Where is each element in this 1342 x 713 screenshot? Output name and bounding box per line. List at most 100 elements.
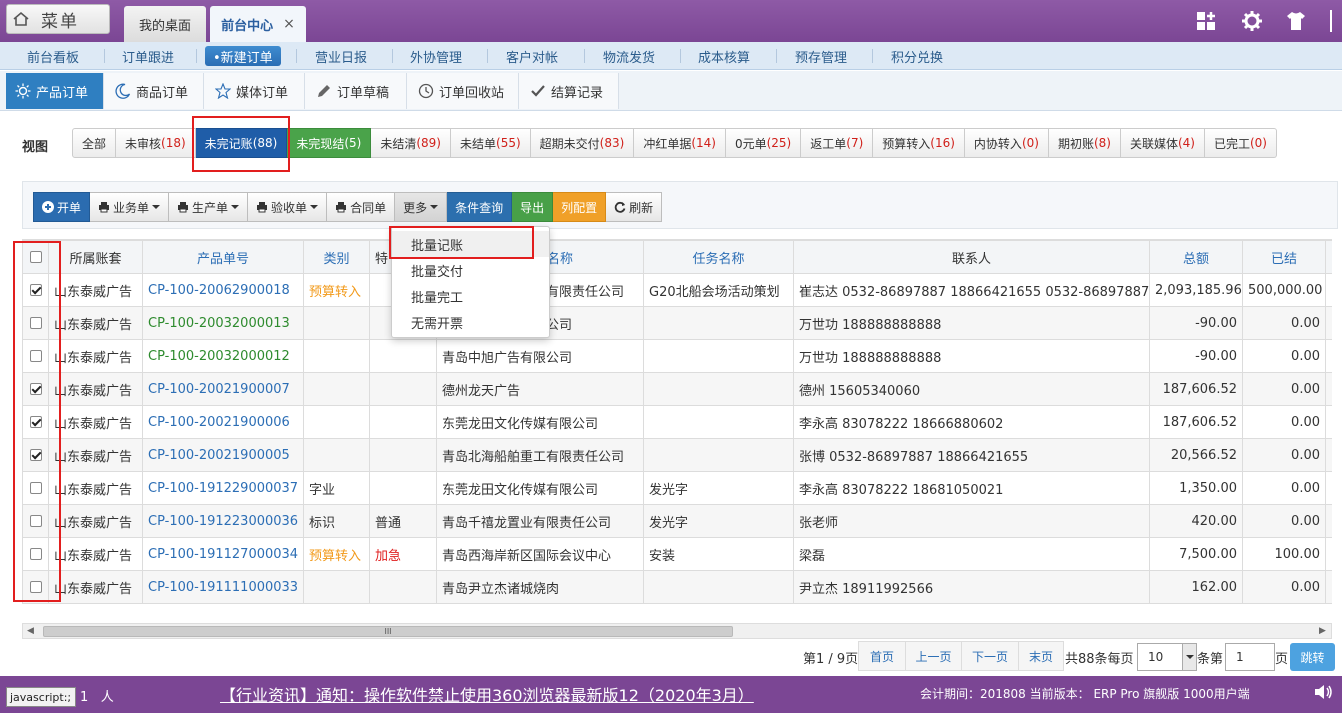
col-contact[interactable]: 联系人	[793, 240, 1150, 274]
table-row[interactable]: 山东泰威广告 CP-100-20021900007 德州龙天广告 德州 1560534…	[22, 372, 1332, 406]
table-row[interactable]: 山东泰威广告 CP-100-20021900005 青岛北海船舶重工有限责任公司 张博…	[22, 438, 1332, 472]
scroll-thumb[interactable]: III	[43, 626, 733, 637]
inspection-order-button[interactable]: 验收单	[248, 192, 328, 222]
business-order-button[interactable]: 业务单	[90, 192, 170, 222]
nav-points[interactable]: 积分兑换	[891, 46, 943, 66]
prev-page-button[interactable]: 上一页	[905, 641, 962, 671]
page-size-select[interactable]: 10	[1137, 643, 1197, 671]
menu-item-batch-deliver[interactable]: 批量交付	[392, 257, 549, 283]
tab-goods-order[interactable]: 商品订单	[104, 73, 204, 109]
filter-zero[interactable]: 0元单 (25)	[725, 128, 802, 158]
filter-all[interactable]: 全部	[72, 128, 117, 158]
col-product-no[interactable]: 产品单号	[142, 240, 304, 274]
production-order-button[interactable]: 生产单	[169, 192, 249, 222]
nav-customer-statement[interactable]: 客户对帐	[506, 46, 558, 66]
tab-front-center[interactable]: 前台中心 ×	[210, 6, 306, 42]
table-row[interactable]: 山东泰威广告CP-100-20062900018预算转入青岛北海船舶重工有限责任…	[22, 273, 1332, 307]
table-row[interactable]: 山东泰威广告 CP-100-191127000034 预算转入 加急 青岛西海岸新区国际…	[22, 537, 1332, 571]
open-order-button[interactable]: 开单	[33, 192, 91, 222]
tab-product-order[interactable]: 产品订单	[6, 73, 104, 109]
gear-icon[interactable]	[1240, 9, 1264, 33]
filter-rework[interactable]: 返工单 (7)	[801, 128, 874, 158]
nav-deposit[interactable]: 预存管理	[795, 46, 847, 66]
filter-opening[interactable]: 期初账 (8)	[1048, 128, 1121, 158]
column-config-button[interactable]: 列配置	[553, 192, 607, 222]
cell-name: 青岛尹立杰诸城烧肉	[436, 570, 644, 604]
col-paid[interactable]: 已结	[1242, 240, 1326, 274]
col-task-name[interactable]: 任务名称	[643, 240, 794, 274]
export-button[interactable]: 导出	[512, 192, 554, 222]
nav-cost-accounting[interactable]: 成本核算	[698, 46, 750, 66]
filter-linked-media[interactable]: 关联媒体 (4)	[1120, 128, 1205, 158]
col-account[interactable]: 所属账套	[48, 240, 143, 274]
filter-unclosed[interactable]: 未结单 (55)	[451, 128, 531, 158]
tab-order-draft[interactable]: 订单草稿	[305, 73, 407, 109]
filter-completed[interactable]: 已完工 (0)	[1204, 128, 1277, 158]
nav-daily-report[interactable]: 营业日报	[315, 46, 367, 66]
cell-total: 187,606.52	[1149, 372, 1243, 406]
cell-paid: 0.00	[1242, 570, 1326, 604]
shirt-icon[interactable]	[1284, 9, 1308, 33]
cell-total: 162.00	[1149, 570, 1243, 604]
filter-unsettled[interactable]: 未结清 (89)	[371, 128, 451, 158]
filter-internal-in[interactable]: 内协转入 (0)	[964, 128, 1049, 158]
scroll-right-icon[interactable]: ▶	[1319, 626, 1326, 636]
menu-item-no-invoice[interactable]: 无需开票	[392, 309, 549, 335]
nav-logistics[interactable]: 物流发货	[603, 46, 655, 66]
filter-unreviewed[interactable]: 未审核 (18)	[116, 128, 196, 158]
first-page-button[interactable]: 首页	[858, 641, 906, 671]
col-total[interactable]: 总额	[1149, 240, 1243, 274]
more-button[interactable]: 更多	[395, 192, 448, 222]
nav-outsource[interactable]: 外协管理	[410, 46, 462, 66]
cell-product-no[interactable]: CP-100-20062900018	[142, 273, 304, 307]
go-button[interactable]: 跳转	[1290, 643, 1335, 671]
cell-product-no[interactable]: CP-100-191111000033	[142, 570, 304, 604]
table-row[interactable]: 山东泰威广告 CP-100-191229000037 字业 东莞龙田文化传媒有限公司发…	[22, 471, 1332, 505]
refresh-button[interactable]: 刷新	[606, 192, 663, 222]
nav-new-order[interactable]: •新建订单	[205, 46, 281, 66]
nav-order-follow[interactable]: 订单跟进	[122, 46, 174, 66]
menu-button[interactable]: 菜单	[6, 4, 110, 34]
table-row[interactable]: 山东泰威广告 CP-100-20032000012 青岛中旭广告有限公司 万世功 18…	[22, 339, 1332, 373]
menu-item-batch-complete[interactable]: 批量完工	[392, 283, 549, 309]
table-row[interactable]: 山东泰威广告 CP-100-191111000033 青岛尹立杰诸城烧肉 尹立杰 18…	[22, 570, 1332, 604]
page-number-input[interactable]: 1	[1225, 643, 1275, 671]
condition-query-button[interactable]: 条件查询	[447, 192, 513, 222]
cell-product-no[interactable]: CP-100-20032000012	[142, 339, 304, 373]
cell-total: 20,566.52	[1149, 438, 1243, 472]
grid-add-icon[interactable]	[1194, 9, 1218, 33]
col-category[interactable]: 类别	[303, 240, 370, 274]
cell-total: 420.00	[1149, 504, 1243, 538]
table-row[interactable]: 山东泰威广告 CP-100-20021900006 东莞龙田文化传媒有限公司 李永高 …	[22, 405, 1332, 439]
tab-media-order[interactable]: 媒体订单	[204, 73, 305, 109]
cell-product-no[interactable]: CP-100-20021900006	[142, 405, 304, 439]
contract-order-button[interactable]: 合同单	[327, 192, 396, 222]
filter-reversed[interactable]: 冲红单据 (14)	[634, 128, 726, 158]
filter-unfinished-cash[interactable]: 未完现结 (5)	[287, 128, 372, 158]
speaker-icon[interactable]	[1312, 681, 1334, 703]
next-page-button[interactable]: 下一页	[961, 641, 1019, 671]
notice-link[interactable]: 【行业资讯】通知：操作软件禁止使用360浏览器最新版12（2020年3月）	[220, 682, 754, 706]
cell-product-no[interactable]: CP-100-20021900007	[142, 372, 304, 406]
cell-product-no[interactable]: CP-100-191229000037	[142, 471, 304, 505]
tab-settlement-record[interactable]: 结算记录	[519, 73, 619, 109]
close-icon[interactable]: ×	[283, 16, 295, 32]
cell-product-no[interactable]: CP-100-20032000013	[142, 306, 304, 340]
tab-order-recycle[interactable]: 订单回收站	[407, 73, 519, 109]
cell-product-no[interactable]: CP-100-191223000036	[142, 504, 304, 538]
cell-product-no[interactable]: CP-100-20021900005	[142, 438, 304, 472]
filter-overdue[interactable]: 超期未交付 (83)	[530, 128, 635, 158]
tab-my-desktop[interactable]: 我的桌面	[124, 6, 206, 42]
filter-budget-in[interactable]: 预算转入 (16)	[873, 128, 965, 158]
last-page-button[interactable]: 末页	[1018, 641, 1064, 671]
horizontal-scrollbar[interactable]: ◀ III ▶	[22, 623, 1332, 639]
table-row[interactable]: 山东泰威广告CP-100-20032000013青岛中旭广告有限公司万世功 18…	[22, 306, 1332, 340]
cell-product-no[interactable]: CP-100-191127000034	[142, 537, 304, 571]
cell-special: 普通	[369, 504, 437, 538]
table-row[interactable]: 山东泰威广告 CP-100-191223000036 标识 普通 青岛千禧龙置业有限责任…	[22, 504, 1332, 538]
more-icon[interactable]	[1330, 10, 1342, 32]
nav-front-board[interactable]: 前台看板	[27, 46, 79, 66]
cell-task: 发光字	[643, 504, 794, 538]
cell-special	[369, 339, 437, 373]
scroll-left-icon[interactable]: ◀	[27, 626, 34, 636]
